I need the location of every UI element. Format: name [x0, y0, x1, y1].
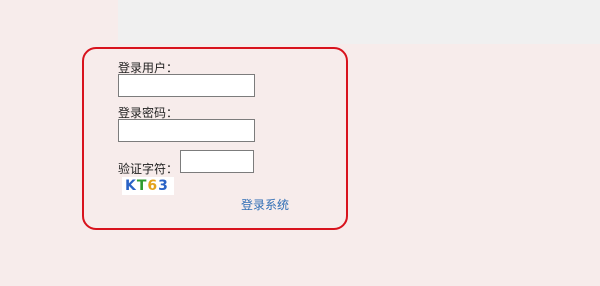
username-input[interactable]: [118, 74, 255, 97]
captcha-input[interactable]: [180, 150, 254, 173]
login-submit-link[interactable]: 登录系统: [241, 196, 289, 213]
password-input[interactable]: [118, 119, 255, 142]
top-band: [0, 0, 600, 44]
captcha-char: 6: [147, 178, 158, 194]
captcha-char: T: [136, 178, 147, 194]
captcha-label: 验证字符：: [118, 162, 179, 176]
captcha-char: 3: [158, 178, 168, 194]
login-panel: 登录用户： 登录密码： 验证字符： K T 6 3 登录系统: [82, 47, 348, 230]
captcha-char: K: [125, 178, 136, 194]
captcha-image[interactable]: K T 6 3: [122, 177, 174, 195]
